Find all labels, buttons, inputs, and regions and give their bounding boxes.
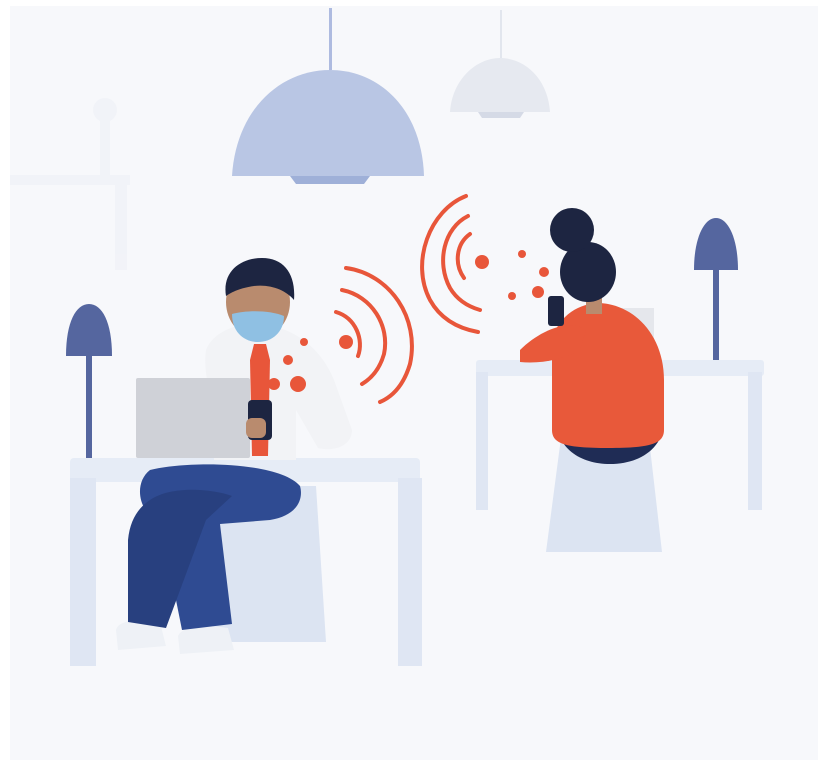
- office-illustration: [0, 0, 828, 766]
- illustration-scene: [0, 0, 828, 766]
